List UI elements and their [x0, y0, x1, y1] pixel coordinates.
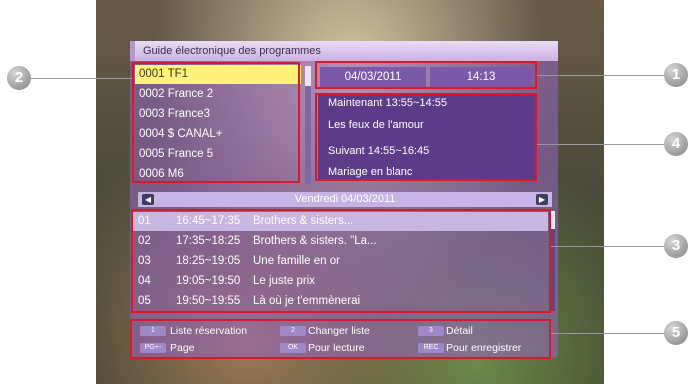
- callout-frame-4: [315, 93, 537, 181]
- callout-frame-5: [130, 319, 551, 359]
- day-label: Vendredi 04/03/2011: [294, 193, 396, 205]
- callout-frame-2: [132, 62, 300, 183]
- marker-3: 3: [664, 234, 688, 258]
- day-bar: Vendredi 04/03/2011 ◀ ▶: [138, 192, 552, 207]
- channel-scrollbar-thumb[interactable]: [305, 66, 311, 86]
- leader-line-4: [537, 144, 664, 145]
- marker-2: 2: [7, 66, 31, 90]
- leader-line-1: [537, 75, 664, 76]
- marker-5: 5: [664, 321, 688, 345]
- marker-4: 4: [664, 132, 688, 156]
- marker-1: 1: [664, 63, 688, 87]
- chevron-right-icon[interactable]: ▶: [536, 194, 548, 205]
- callout-frame-3: [131, 209, 551, 313]
- leader-line-2: [30, 78, 132, 79]
- leader-line-5: [551, 333, 664, 334]
- chevron-left-icon[interactable]: ◀: [142, 194, 154, 205]
- channel-scrollbar[interactable]: [305, 66, 311, 184]
- leader-line-3: [551, 246, 664, 247]
- callout-frame-1: [315, 61, 537, 89]
- window-title: Guide électronique des programmes: [130, 41, 558, 61]
